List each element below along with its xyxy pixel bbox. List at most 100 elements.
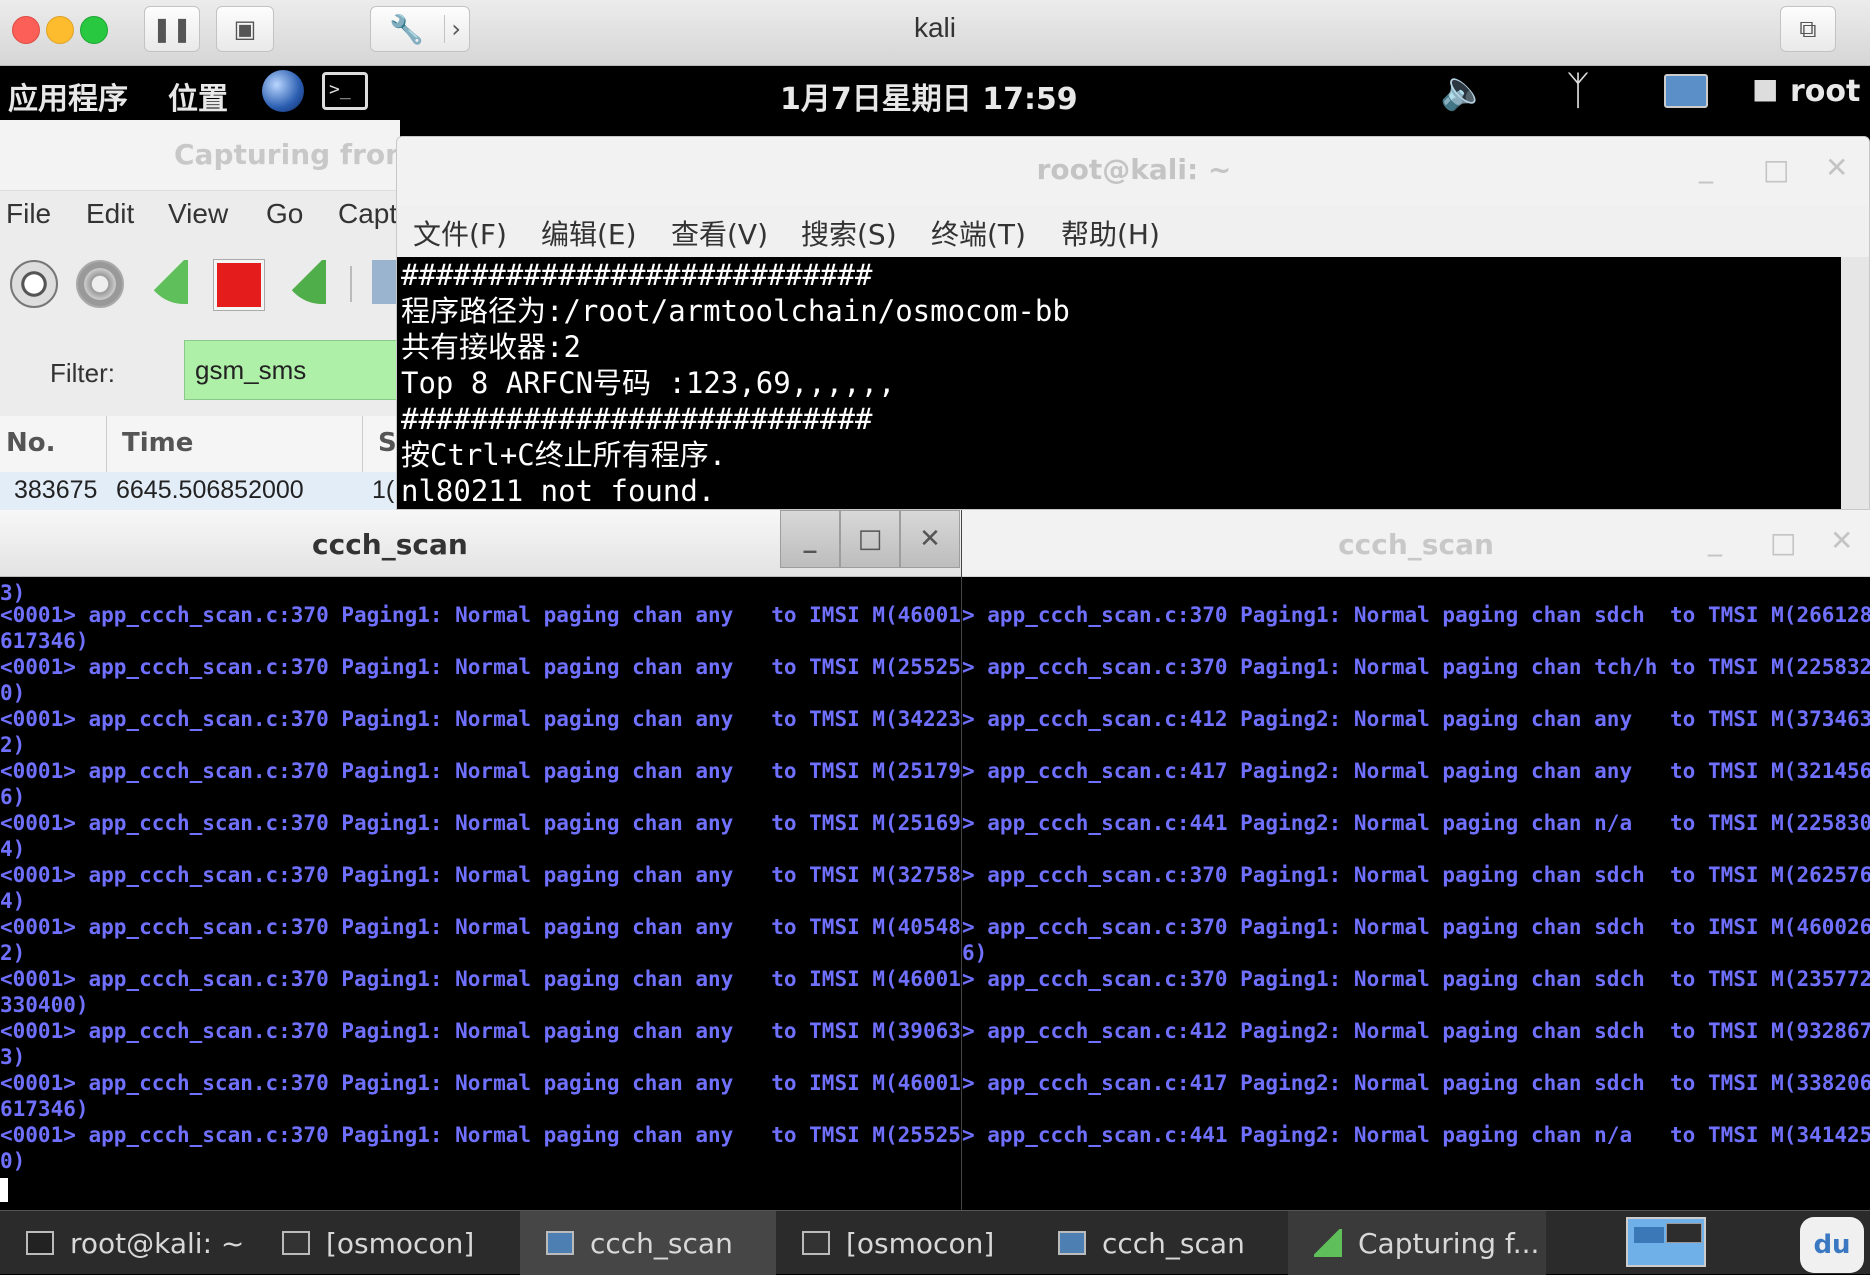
ccch-scan-title: ccch_scan xyxy=(312,528,468,561)
applications-menu[interactable]: 应用程序 xyxy=(8,74,128,118)
close-icon[interactable]: ✕ xyxy=(1825,151,1848,184)
vm-titlebar: ❚❚ ▣ 🔧 › kali ⧉ xyxy=(0,0,1870,66)
scrollbar[interactable] xyxy=(1841,257,1869,509)
log-line: <0001> app_ccch_scan.c:370 Paging1: Norm… xyxy=(0,1071,962,1095)
menu-go[interactable]: Go xyxy=(266,198,303,230)
menu-file[interactable]: 文件(F) xyxy=(413,213,507,253)
ccch-scan-window-right: ccch_scan _ □ ✕ > app_ccch_scan.c:370 Pa… xyxy=(962,510,1870,1210)
packet-row[interactable]: 383675 6645.506852000 1( xyxy=(0,472,400,510)
menu-edit[interactable]: Edit xyxy=(86,198,134,230)
log-line: <0001> app_ccch_scan.c:370 Paging1: Norm… xyxy=(0,655,962,679)
browser-icon[interactable] xyxy=(262,70,304,112)
log-line: > app_ccch_scan.c:370 Paging1: Normal pa… xyxy=(962,603,1870,627)
task-label: Capturing f... xyxy=(1358,1226,1540,1260)
menu-view[interactable]: View xyxy=(168,198,228,230)
terminal-line: 按Ctrl+C终止所有程序. xyxy=(401,438,727,472)
menu-search[interactable]: 搜索(S) xyxy=(801,213,897,253)
wireshark-title: Capturing from xyxy=(174,138,400,171)
interfaces-icon[interactable] xyxy=(10,260,58,308)
start-capture-icon[interactable] xyxy=(144,260,188,304)
network-icon[interactable] xyxy=(1664,74,1708,108)
task-wireshark[interactable]: Capturing f... xyxy=(1288,1211,1546,1275)
maximize-icon[interactable]: □ xyxy=(1770,526,1796,559)
user-menu[interactable]: root xyxy=(1790,74,1860,109)
task-osmocon[interactable]: [osmocon] xyxy=(256,1211,520,1275)
log-line: 4) xyxy=(0,837,26,861)
log-line: 617346) xyxy=(0,629,89,653)
vm-title: kali xyxy=(913,12,956,43)
task-root-terminal[interactable]: root@kali: ~ xyxy=(0,1211,270,1275)
log-line: > app_ccch_scan.c:370 Paging1: Normal pa… xyxy=(962,863,1870,887)
options-gear-icon[interactable] xyxy=(76,260,124,308)
log-line: <0001> app_ccch_scan.c:370 Paging1: Norm… xyxy=(0,915,962,939)
bluetooth-icon[interactable]: ᛉ xyxy=(1566,68,1590,114)
log-line: <0001> app_ccch_scan.c:370 Paging1: Norm… xyxy=(0,811,962,835)
task-label: [osmocon] xyxy=(846,1226,995,1260)
places-menu[interactable]: 位置 xyxy=(168,74,228,118)
toolbar-separator xyxy=(350,266,352,302)
maximize-icon[interactable]: □ xyxy=(1763,153,1789,186)
window-icon xyxy=(1058,1231,1086,1255)
ccch-log-output[interactable]: > app_ccch_scan.c:370 Paging1: Normal pa… xyxy=(962,576,1870,1174)
fullscreen-button[interactable]: ⧉ xyxy=(1780,6,1836,52)
filter-input[interactable]: gsm_sms xyxy=(184,340,400,400)
column-time[interactable]: Time xyxy=(122,428,193,458)
filter-label: Filter: xyxy=(50,358,115,388)
menu-capture[interactable]: Capt xyxy=(338,198,397,230)
terminal-line: ########################### xyxy=(401,402,873,436)
terminal-launcher-icon[interactable]: >_ xyxy=(322,72,368,110)
close-button[interactable]: ✕ xyxy=(900,510,960,568)
ccch-log-output[interactable]: 3) <0001> app_ccch_scan.c:370 Paging1: No… xyxy=(0,580,962,1174)
root-terminal-titlebar[interactable]: root@kali: ~ _ □ ✕ xyxy=(397,137,1869,205)
task-label: [osmocon] xyxy=(326,1226,475,1260)
log-line: 0) xyxy=(0,1149,26,1173)
menu-terminal[interactable]: 终端(T) xyxy=(931,213,1026,253)
maximize-button[interactable]: □ xyxy=(840,510,900,568)
log-line: 6) xyxy=(962,941,988,965)
minimize-icon[interactable]: _ xyxy=(1699,151,1713,184)
workspace-thumb xyxy=(1666,1223,1702,1243)
minimize-button[interactable]: _ xyxy=(780,510,840,568)
column-no[interactable]: No. xyxy=(6,428,56,458)
log-line: 330400) xyxy=(0,993,89,1017)
ccch-scan-titlebar[interactable]: ccch_scan _ □ ✕ xyxy=(962,510,1870,577)
log-line: > app_ccch_scan.c:417 Paging2: Normal pa… xyxy=(962,1071,1870,1095)
window-icon xyxy=(282,1231,310,1255)
minimize-icon[interactable]: _ xyxy=(1708,524,1722,557)
menu-file[interactable]: File xyxy=(6,198,51,230)
log-line: <0001> app_ccch_scan.c:370 Paging1: Norm… xyxy=(0,707,962,731)
log-line: <0001> app_ccch_scan.c:370 Paging1: Norm… xyxy=(0,759,962,783)
log-line: 3) xyxy=(0,1045,26,1069)
column-divider xyxy=(106,416,107,472)
close-icon[interactable]: ✕ xyxy=(1830,524,1853,557)
log-line: > app_ccch_scan.c:370 Paging1: Normal pa… xyxy=(962,915,1870,939)
clock[interactable]: 1月7日星期日 17:59 xyxy=(780,74,1078,118)
workspace-switcher[interactable] xyxy=(1626,1217,1706,1267)
column-source[interactable]: S xyxy=(378,428,397,458)
ccch-scan-titlebar[interactable]: ccch_scan _ □ ✕ xyxy=(0,510,961,577)
menu-edit[interactable]: 编辑(E) xyxy=(541,213,637,253)
task-osmocon[interactable]: [osmocon] xyxy=(776,1211,1032,1275)
task-ccch-scan[interactable]: ccch_scan xyxy=(520,1211,776,1275)
packet-list-header: No. Time S xyxy=(0,416,400,473)
wireshark-window: Capturing from File Edit View Go Capt Fi… xyxy=(0,120,400,510)
root-terminal-output[interactable]: ########################### 程序路径为:/root/… xyxy=(397,257,1845,509)
volume-muted-icon[interactable]: 🔈 xyxy=(1440,68,1487,113)
baidu-watermark-icon: du xyxy=(1800,1217,1864,1273)
task-ccch-scan[interactable]: ccch_scan xyxy=(1032,1211,1288,1275)
menu-view[interactable]: 查看(V) xyxy=(671,213,768,253)
restart-capture-icon[interactable] xyxy=(282,260,326,304)
minimize-icon: _ xyxy=(803,524,817,554)
chat-icon[interactable]: ■ xyxy=(1752,72,1778,105)
log-line: <0001> app_ccch_scan.c:370 Paging1: Norm… xyxy=(0,603,962,627)
stop-capture-icon[interactable] xyxy=(214,260,264,310)
root-terminal-title: root@kali: ~ xyxy=(1036,153,1232,186)
menu-help[interactable]: 帮助(H) xyxy=(1061,213,1160,253)
